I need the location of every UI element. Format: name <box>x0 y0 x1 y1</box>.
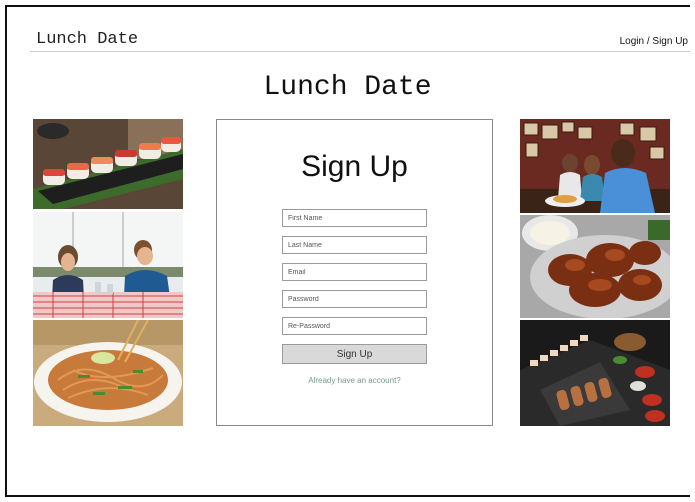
login-signup-link[interactable]: Login / Sign Up <box>620 36 688 47</box>
sushi-photo <box>33 119 183 209</box>
signup-title: Sign Up <box>301 150 408 183</box>
header-divider <box>30 51 690 52</box>
korean-bbq-photo <box>520 320 670 426</box>
signup-submit-button[interactable]: Sign Up <box>282 344 427 364</box>
pad-thai-photo <box>33 320 183 426</box>
email-field[interactable] <box>282 263 427 281</box>
chicken-wings-photo <box>520 215 670 318</box>
friends-photo <box>520 119 670 213</box>
signup-card: Sign Up Sign Up Already have an account? <box>216 119 493 426</box>
login-prompt-link[interactable]: Already have an account? <box>217 376 492 385</box>
first-name-field[interactable] <box>282 209 427 227</box>
password-field[interactable] <box>282 290 427 308</box>
re-password-field[interactable] <box>282 317 427 335</box>
last-name-field[interactable] <box>282 236 427 254</box>
hero-title: Lunch Date <box>263 72 432 103</box>
couple-photo <box>33 212 183 318</box>
brand-logo[interactable]: Lunch Date <box>36 30 138 49</box>
